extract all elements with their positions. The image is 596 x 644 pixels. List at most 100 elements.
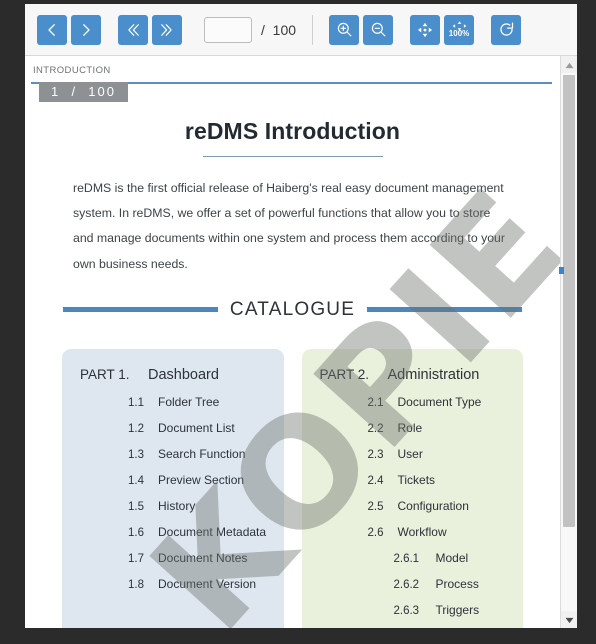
list-item[interactable]: 1.6 Document Metadata bbox=[76, 525, 270, 539]
toc-label: Triggers bbox=[435, 602, 480, 617]
toc-label: Document Type bbox=[397, 394, 482, 409]
document-viewer: / 100 100% INTRODUCTION 1 / 100 reDMS In… bbox=[25, 4, 577, 628]
panel-2-title: Administration bbox=[387, 366, 480, 383]
zoom-in-button[interactable] bbox=[329, 14, 360, 45]
toolbar-divider bbox=[312, 14, 314, 45]
panel-1-title: Dashboard bbox=[148, 366, 219, 383]
panel-2-part-number: PART 2. bbox=[319, 366, 370, 382]
list-item[interactable]: 2.6.3 Triggers bbox=[316, 603, 510, 617]
toc-number: 2.5 bbox=[367, 500, 384, 513]
slide-header: INTRODUCTION 1 / 100 bbox=[31, 62, 552, 102]
list-item[interactable]: 1.3 Search Function bbox=[76, 447, 270, 461]
vertical-scrollbar[interactable] bbox=[559, 56, 577, 628]
previous-page-button[interactable] bbox=[37, 14, 67, 45]
panel-part-1: PART 1. Dashboard 1.1 Folder Tree 1.2 Do… bbox=[62, 348, 284, 628]
scroll-up-button[interactable] bbox=[561, 56, 577, 73]
toc-label: User bbox=[397, 446, 423, 461]
catalogue-bar-right bbox=[367, 307, 523, 313]
list-item[interactable]: 2.4 Tickets bbox=[316, 473, 510, 487]
toc-number: 1.1 bbox=[128, 396, 144, 409]
list-item[interactable]: 2.1 Document Type bbox=[316, 395, 510, 409]
panel-1-items: 1.1 Folder Tree 1.2 Document List 1.3 Se… bbox=[76, 395, 270, 591]
toc-number: 2.1 bbox=[367, 396, 384, 409]
toc-number: 1.2 bbox=[128, 422, 144, 435]
panel-part-2: PART 2. Administration 2.1 Document Type… bbox=[301, 348, 523, 628]
intro-paragraph: reDMS is the first official release of H… bbox=[73, 181, 505, 271]
first-page-button[interactable] bbox=[118, 14, 148, 45]
toc-number: 2.3 bbox=[367, 448, 384, 461]
toc-label: Tickets bbox=[397, 472, 436, 487]
page-number-input[interactable] bbox=[204, 16, 252, 43]
slide-page: INTRODUCTION 1 / 100 reDMS Introduction … bbox=[25, 56, 560, 628]
panel-1-header: PART 1. Dashboard bbox=[76, 367, 270, 383]
next-page-button[interactable] bbox=[71, 14, 101, 45]
list-item[interactable]: 2.3 User bbox=[316, 447, 510, 461]
toc-number: 2.6.2 bbox=[393, 578, 420, 591]
arrows-four-way-icon bbox=[416, 21, 434, 39]
toc-label: Configuration bbox=[397, 498, 469, 513]
toc-number: 1.5 bbox=[128, 500, 144, 513]
list-item[interactable]: 1.8 Document Version bbox=[76, 577, 270, 591]
list-item[interactable]: 2.5 Configuration bbox=[316, 499, 510, 513]
page-total-label: / 100 bbox=[261, 21, 297, 38]
catalogue-heading: CATALOGUE bbox=[229, 298, 356, 320]
panel-2-header: PART 2. Administration bbox=[316, 367, 510, 383]
page-jump-group bbox=[118, 14, 182, 45]
catalogue-panels: PART 1. Dashboard 1.1 Folder Tree 1.2 Do… bbox=[55, 348, 530, 628]
toc-label: Folder Tree bbox=[158, 394, 220, 409]
list-item[interactable]: 2.6.2 Process bbox=[316, 577, 510, 591]
scrollbar-track[interactable] bbox=[559, 73, 577, 611]
list-item[interactable]: 2.6 Workflow bbox=[316, 525, 510, 539]
toc-label: Document Metadata bbox=[158, 524, 267, 539]
chevron-right-icon bbox=[77, 21, 95, 39]
zoom-out-button[interactable] bbox=[363, 14, 394, 45]
toc-number: 1.7 bbox=[128, 552, 144, 565]
toc-label: Search Function bbox=[158, 446, 246, 461]
toc-label: Role bbox=[397, 420, 423, 435]
toc-label: Preview Section bbox=[158, 472, 245, 487]
page-title: reDMS Introduction bbox=[184, 118, 401, 144]
list-item[interactable]: 2.6.1 Model bbox=[316, 551, 510, 565]
rotate-button[interactable] bbox=[491, 14, 522, 45]
toc-number: 2.6.1 bbox=[393, 552, 420, 565]
triangle-down-icon bbox=[565, 611, 574, 629]
page-navigation-group bbox=[37, 14, 101, 45]
slide-section-label: INTRODUCTION bbox=[33, 65, 111, 76]
chevron-left-icon bbox=[43, 21, 61, 39]
list-item[interactable]: 1.1 Folder Tree bbox=[76, 395, 270, 409]
scrollbar-thumb[interactable] bbox=[563, 75, 575, 527]
toc-number: 2.6.3 bbox=[393, 604, 420, 617]
scroll-down-button[interactable] bbox=[561, 611, 577, 628]
chevron-double-left-icon bbox=[124, 21, 142, 39]
list-item[interactable]: 1.5 History bbox=[76, 499, 270, 513]
triangle-up-icon bbox=[565, 56, 574, 74]
toc-label: Workflow bbox=[397, 524, 447, 539]
panel-2-items: 2.1 Document Type 2.2 Role 2.3 User 2.4 … bbox=[316, 395, 510, 617]
page-indicator-badge: 1 / 100 bbox=[39, 82, 128, 102]
fit-group: 100% bbox=[410, 14, 475, 45]
toc-number: 1.6 bbox=[128, 526, 144, 539]
zoom-100-percent-icon: 100% bbox=[449, 21, 469, 38]
fit-page-button[interactable] bbox=[410, 14, 441, 45]
toc-label: Document List bbox=[158, 420, 235, 435]
slide-body: reDMS Introduction reDMS is the first of… bbox=[25, 118, 560, 628]
catalogue-divider: CATALOGUE bbox=[55, 299, 530, 321]
toc-number: 1.3 bbox=[128, 448, 144, 461]
panel-1-part-number: PART 1. bbox=[80, 366, 130, 382]
list-item[interactable]: 1.4 Preview Section bbox=[76, 473, 270, 487]
toc-number: 1.8 bbox=[128, 578, 144, 591]
last-page-button[interactable] bbox=[152, 14, 182, 45]
application-window: / 100 100% INTRODUCTION 1 / 100 reDMS In… bbox=[0, 0, 596, 644]
toc-number: 2.6 bbox=[367, 526, 384, 539]
list-item[interactable]: 2.2 Role bbox=[316, 421, 510, 435]
magnifier-minus-icon bbox=[369, 20, 388, 39]
list-item[interactable]: 1.2 Document List bbox=[76, 421, 270, 435]
magnifier-plus-icon bbox=[335, 20, 354, 39]
document-scroll-area: INTRODUCTION 1 / 100 reDMS Introduction … bbox=[25, 56, 577, 628]
title-underline bbox=[202, 156, 383, 157]
list-item[interactable]: 1.7 Document Notes bbox=[76, 551, 270, 565]
toc-number: 1.4 bbox=[128, 474, 144, 487]
zoom-100-button[interactable]: 100% bbox=[444, 14, 475, 45]
catalogue-bar-left bbox=[63, 307, 218, 313]
toc-label: Model bbox=[435, 550, 469, 565]
